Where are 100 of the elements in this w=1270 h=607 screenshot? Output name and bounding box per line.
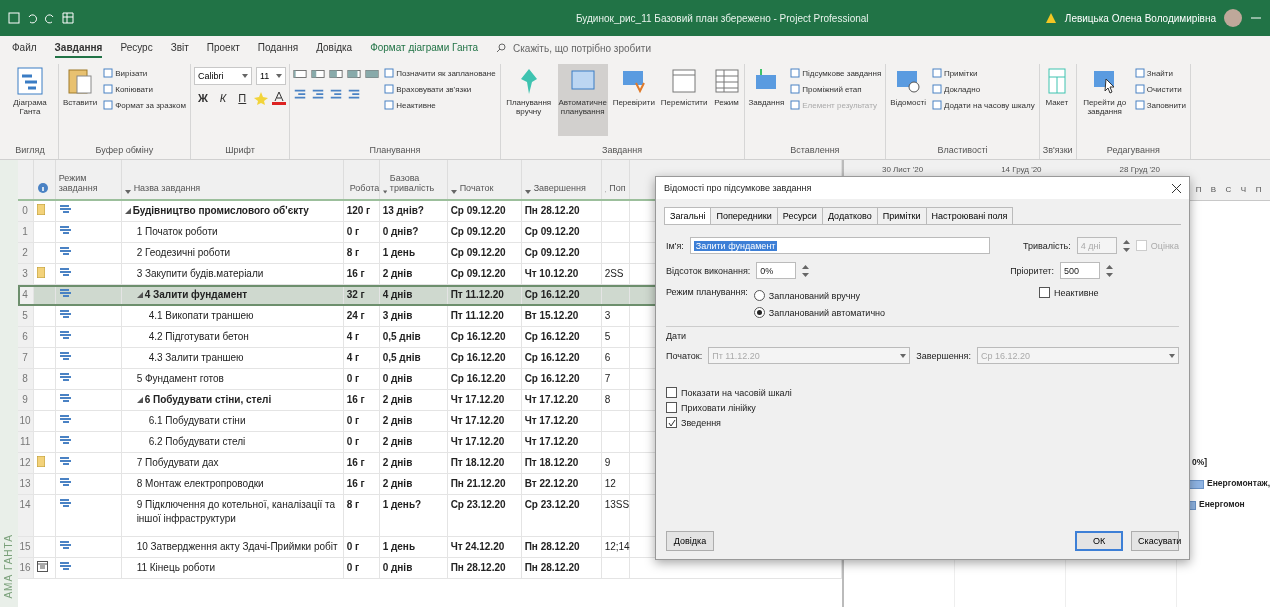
ribbon-button[interactable]: Очистити	[1133, 83, 1187, 95]
task-name: 1 Початок роботи	[136, 225, 218, 239]
ribbon-button[interactable]: Макет	[1042, 64, 1071, 136]
option-checkbox[interactable]: Приховати лінійку	[666, 402, 1179, 413]
menu-tab[interactable]: Завдання	[54, 38, 103, 58]
option-checkbox[interactable]: Зведення	[666, 417, 1179, 428]
table-cell: 24 г	[346, 309, 365, 323]
menu-tab[interactable]: Проект	[206, 38, 240, 58]
ribbon-button[interactable]: Вирізати	[102, 67, 187, 79]
group-label: Редагування	[1105, 144, 1161, 157]
menu-tab[interactable]: Ресурс	[120, 38, 153, 58]
column-header[interactable]: Базова тривалість	[379, 160, 448, 199]
priority-field[interactable]: 500	[1060, 262, 1100, 279]
ribbon-button[interactable]: Примітки	[930, 67, 1036, 79]
table-cell: Ср 09.12.20	[450, 225, 506, 239]
mode-radio[interactable]: Запланований вручну	[753, 290, 886, 301]
table-cell: Ср 16.12.20	[524, 372, 580, 386]
ribbon-button[interactable]: Позначити як заплановане	[383, 67, 497, 79]
day-label: П	[1254, 184, 1263, 194]
format-button[interactable]: Ж	[193, 91, 212, 105]
ribbon-button[interactable]: Неактивне	[383, 99, 497, 111]
ribbon-button[interactable]: Відомості	[889, 64, 927, 136]
table-cell: Пн 28.12.20	[524, 561, 580, 575]
dialog-tab[interactable]: Примітки	[876, 207, 927, 224]
ribbon-button[interactable]: Планування вручну	[503, 64, 554, 136]
table-cell: 4 днів	[382, 288, 413, 302]
ribbon-button[interactable]: Діаграма Ганта	[5, 64, 55, 136]
caret-icon	[900, 353, 907, 358]
format-button[interactable]: П	[234, 91, 251, 105]
table-cell: Пн 28.12.20	[524, 204, 580, 218]
table-cell: Ср 16.12.20	[524, 288, 580, 302]
column-header[interactable]: Робота	[343, 160, 380, 199]
mode-radio[interactable]: Запланований автоматично	[753, 307, 886, 318]
ribbon-button[interactable]: Копіювати	[102, 83, 187, 95]
column-header[interactable]: Режим завдання	[55, 160, 122, 199]
table-cell: Пт 18.12.20	[450, 456, 505, 470]
menu-tab[interactable]: Файл	[12, 38, 37, 58]
table-cell: Чт 17.12.20	[524, 414, 579, 428]
table-cell: 2 днів	[382, 456, 413, 470]
menu-tab[interactable]: Звіт	[170, 38, 189, 58]
table-cell: 5	[604, 330, 611, 344]
table-cell: 8	[604, 393, 611, 407]
ribbon-button[interactable]: Перевірити	[611, 64, 656, 136]
ribbon-button[interactable]: Враховувати зв'язки	[383, 83, 497, 95]
font-size-field[interactable]: 11	[255, 67, 286, 85]
table-cell: 8 г	[346, 246, 360, 260]
close-icon	[1172, 183, 1181, 193]
task-name: 4.1 Викопати траншею	[148, 309, 254, 323]
task-mode-icon	[58, 477, 72, 488]
ribbon-button[interactable]: Завдання	[747, 64, 786, 136]
dialog-tab[interactable]: Ресурси	[776, 207, 823, 224]
dialog-tab[interactable]: Настроювані поля	[925, 207, 1014, 224]
column-header[interactable]: Поп	[601, 160, 630, 199]
ribbon-button[interactable]: Перемістити	[659, 64, 709, 136]
avatar[interactable]	[1224, 9, 1242, 27]
menu-tab[interactable]: Формат діаграми Ганта	[370, 38, 479, 58]
ribbon-button[interactable]: Докладно	[930, 83, 1036, 95]
user-name: Левицька Олена Володимирівна	[1064, 12, 1216, 24]
option-checkbox[interactable]: Показати на часовій шкалі	[666, 387, 1179, 398]
column-header[interactable]: Початок	[447, 160, 522, 199]
ribbon-button[interactable]: Режим	[712, 64, 741, 136]
group-label: Властивості	[936, 144, 989, 157]
indent-icon	[311, 87, 326, 101]
cancel-button[interactable]: Скасувати	[1131, 531, 1179, 551]
caret-icon	[1169, 353, 1175, 358]
task-name: 4 Залити фундамент	[144, 288, 248, 302]
format-button[interactable]: К	[215, 91, 231, 105]
ribbon-button[interactable]: Проміжний етап	[789, 83, 883, 95]
table-cell: 6	[604, 351, 611, 365]
table-cell: Ср 16.12.20	[450, 372, 506, 386]
task-name: Будівництво промислового об'єкту	[132, 204, 309, 218]
percent-complete-icon	[347, 67, 362, 81]
dialog-tab[interactable]: Додатково	[821, 207, 878, 224]
column-header[interactable]: Назва завдання	[121, 160, 344, 199]
task-mode-icon	[58, 330, 72, 341]
menu-tab[interactable]: Довідка	[316, 38, 353, 58]
name-field[interactable]: Залити фундамент	[689, 237, 990, 254]
task-mode-icon	[58, 204, 72, 215]
task-mode-icon	[58, 561, 72, 572]
ribbon-button[interactable]: Додати на часову шкалу	[930, 99, 1036, 111]
ribbon-button[interactable]: Знайти	[1133, 67, 1187, 79]
table-cell: Пн 21.12.20	[450, 477, 506, 491]
ribbon-button[interactable]: Автоматичне планування	[557, 64, 608, 136]
search-field[interactable]: Скажіть, що потрібно зробити	[496, 41, 712, 55]
task-mode-icon	[58, 351, 72, 362]
help-button[interactable]: Довідка	[666, 531, 714, 551]
dialog-tab[interactable]: Попередники	[710, 207, 778, 224]
ribbon-button[interactable]: Вставити	[62, 64, 99, 136]
save-icon	[8, 12, 20, 24]
column-header[interactable]: Завершення	[521, 160, 602, 199]
ok-button[interactable]: ОК	[1075, 531, 1123, 551]
menu-tab[interactable]: Подання	[257, 38, 299, 58]
ribbon-button[interactable]: Формат за зразком	[102, 99, 187, 111]
font-name-field[interactable]: Calibri	[193, 67, 252, 85]
percent-field[interactable]: 0%	[756, 262, 797, 279]
ribbon-button[interactable]: Заповнити	[1133, 99, 1187, 111]
table-cell: 0 г	[346, 372, 360, 386]
ribbon-button[interactable]: Перейти до завдання	[1079, 64, 1130, 136]
dialog-tab[interactable]: Загальні	[664, 207, 712, 224]
ribbon-button[interactable]: Підсумкове завдання	[789, 67, 883, 79]
